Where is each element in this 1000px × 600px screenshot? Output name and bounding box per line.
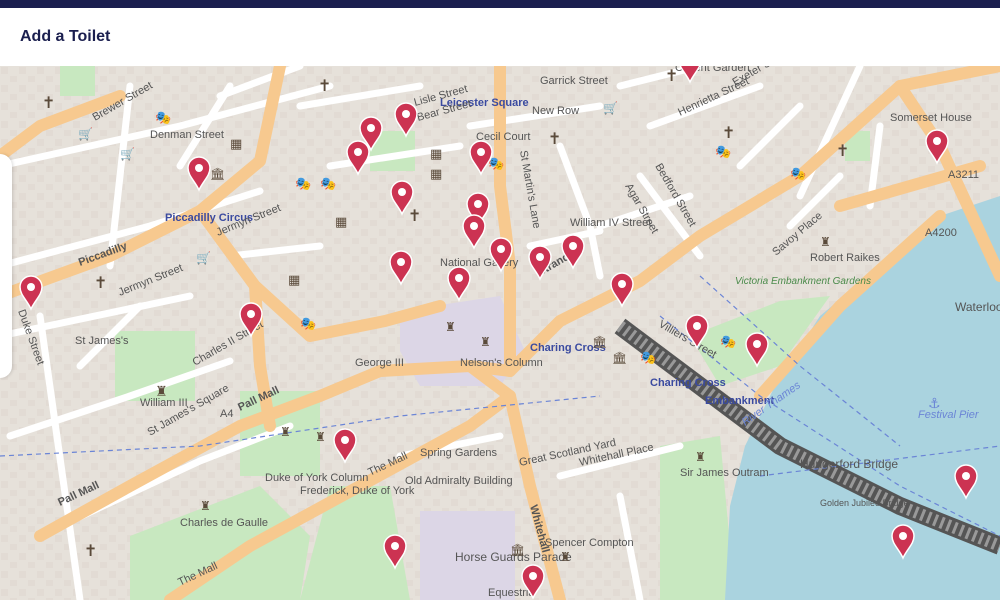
church-icon: ✝: [722, 125, 735, 142]
church-icon: ✝: [94, 275, 107, 292]
label-new-row: New Row: [532, 105, 579, 117]
theatre-icon: 🎭: [295, 176, 311, 191]
label-a3211: A3211: [948, 169, 979, 181]
label-victoria-gardens: Victoria Embankment Gardens: [735, 276, 871, 287]
shop-icon: 🛒: [196, 251, 211, 265]
label-hungerford: Hungerford Bridge: [800, 457, 898, 471]
label-sir-james-outram: Sir James Outram: [680, 467, 769, 479]
museum-icon: 🏛: [510, 543, 525, 557]
cinema-icon: ▦: [430, 146, 442, 161]
shop-icon: 🛒: [120, 147, 135, 161]
label-george-iii: George III: [355, 357, 404, 369]
page-title: Add a Toilet: [20, 28, 111, 45]
top-accent-bar: [0, 0, 1000, 8]
theatre-icon: 🎭: [790, 166, 806, 181]
museum-icon: 🏛: [210, 167, 225, 181]
label-golden-jubilee: Golden Jubilee Bridge: [820, 498, 909, 508]
monument-icon: ♜: [560, 550, 571, 564]
label-waterloo-bridge: Waterloo Bridge: [955, 300, 1000, 314]
museum-icon: 🏛: [592, 335, 607, 349]
label-st-james: St James's: [75, 335, 129, 347]
monument-icon: ♜: [200, 499, 211, 513]
monument-icon: ♜: [480, 335, 491, 349]
theatre-icon: 🎭: [715, 144, 731, 159]
theatre-icon: 🎭: [320, 176, 336, 191]
label-a4200: A4200: [925, 227, 957, 239]
label-charles-de-gaulle: Charles de Gaulle: [180, 517, 268, 529]
cinema-icon: ▦: [288, 272, 300, 287]
label-william-iv-street: William IV Street: [570, 217, 651, 229]
theatre-icon: 🎭: [640, 350, 656, 365]
anchor-icon: ⚓: [928, 395, 941, 411]
label-duke-of-york: Duke of York Column: [265, 472, 368, 484]
church-icon: ✝: [836, 143, 849, 160]
monument-icon: ♜: [315, 430, 326, 444]
monument-icon: ♜: [820, 235, 831, 249]
label-spencer-compton: Spencer Compton: [545, 537, 634, 549]
label-frederick-duke: Frederick, Duke of York: [300, 485, 415, 497]
label-a4: A4: [220, 408, 233, 420]
theatre-icon: 🎭: [720, 334, 736, 349]
cinema-icon: ▦: [430, 166, 442, 181]
label-garrick-street: Garrick Street: [540, 75, 608, 87]
shop-icon: 🛒: [78, 127, 93, 141]
museum-icon: 🏛: [612, 351, 627, 365]
label-spring-gardens: Spring Gardens: [420, 447, 498, 459]
label-robert-raikes: Robert Raikes: [810, 252, 880, 264]
drawer-handle[interactable]: [0, 154, 12, 378]
church-icon: ✝: [318, 78, 331, 95]
map-view[interactable]: Covent Garden Leicester Square Piccadill…: [0, 66, 1000, 600]
church-icon: ✝: [408, 208, 421, 225]
shop-icon: 🛒: [603, 101, 618, 115]
label-charing-cross: Charing Cross: [650, 377, 726, 389]
label-nelsons-column: Nelson's Column: [460, 357, 543, 369]
label-old-admiralty: Old Admiralty Building: [405, 475, 513, 487]
app-header: Add a Toilet: [0, 8, 1000, 66]
monument-icon: ♜: [695, 450, 706, 464]
theatre-icon: 🎭: [155, 110, 171, 125]
church-icon: ✝: [548, 131, 561, 148]
monument-icon: ♜: [155, 383, 168, 399]
cinema-icon: ▦: [335, 214, 347, 229]
church-icon: ✝: [84, 543, 97, 560]
cinema-icon: ▦: [230, 136, 242, 151]
church-icon: ✝: [42, 95, 55, 112]
label-denman-street: Denman Street: [150, 129, 224, 141]
monument-icon: ♜: [280, 425, 291, 439]
label-somerset-house: Somerset House: [890, 112, 972, 124]
theatre-icon: 🎭: [300, 316, 316, 331]
church-icon: ✝: [665, 68, 678, 85]
monument-icon: ♜: [445, 320, 456, 334]
map-canvas[interactable]: Covent Garden Leicester Square Piccadill…: [0, 66, 1000, 600]
